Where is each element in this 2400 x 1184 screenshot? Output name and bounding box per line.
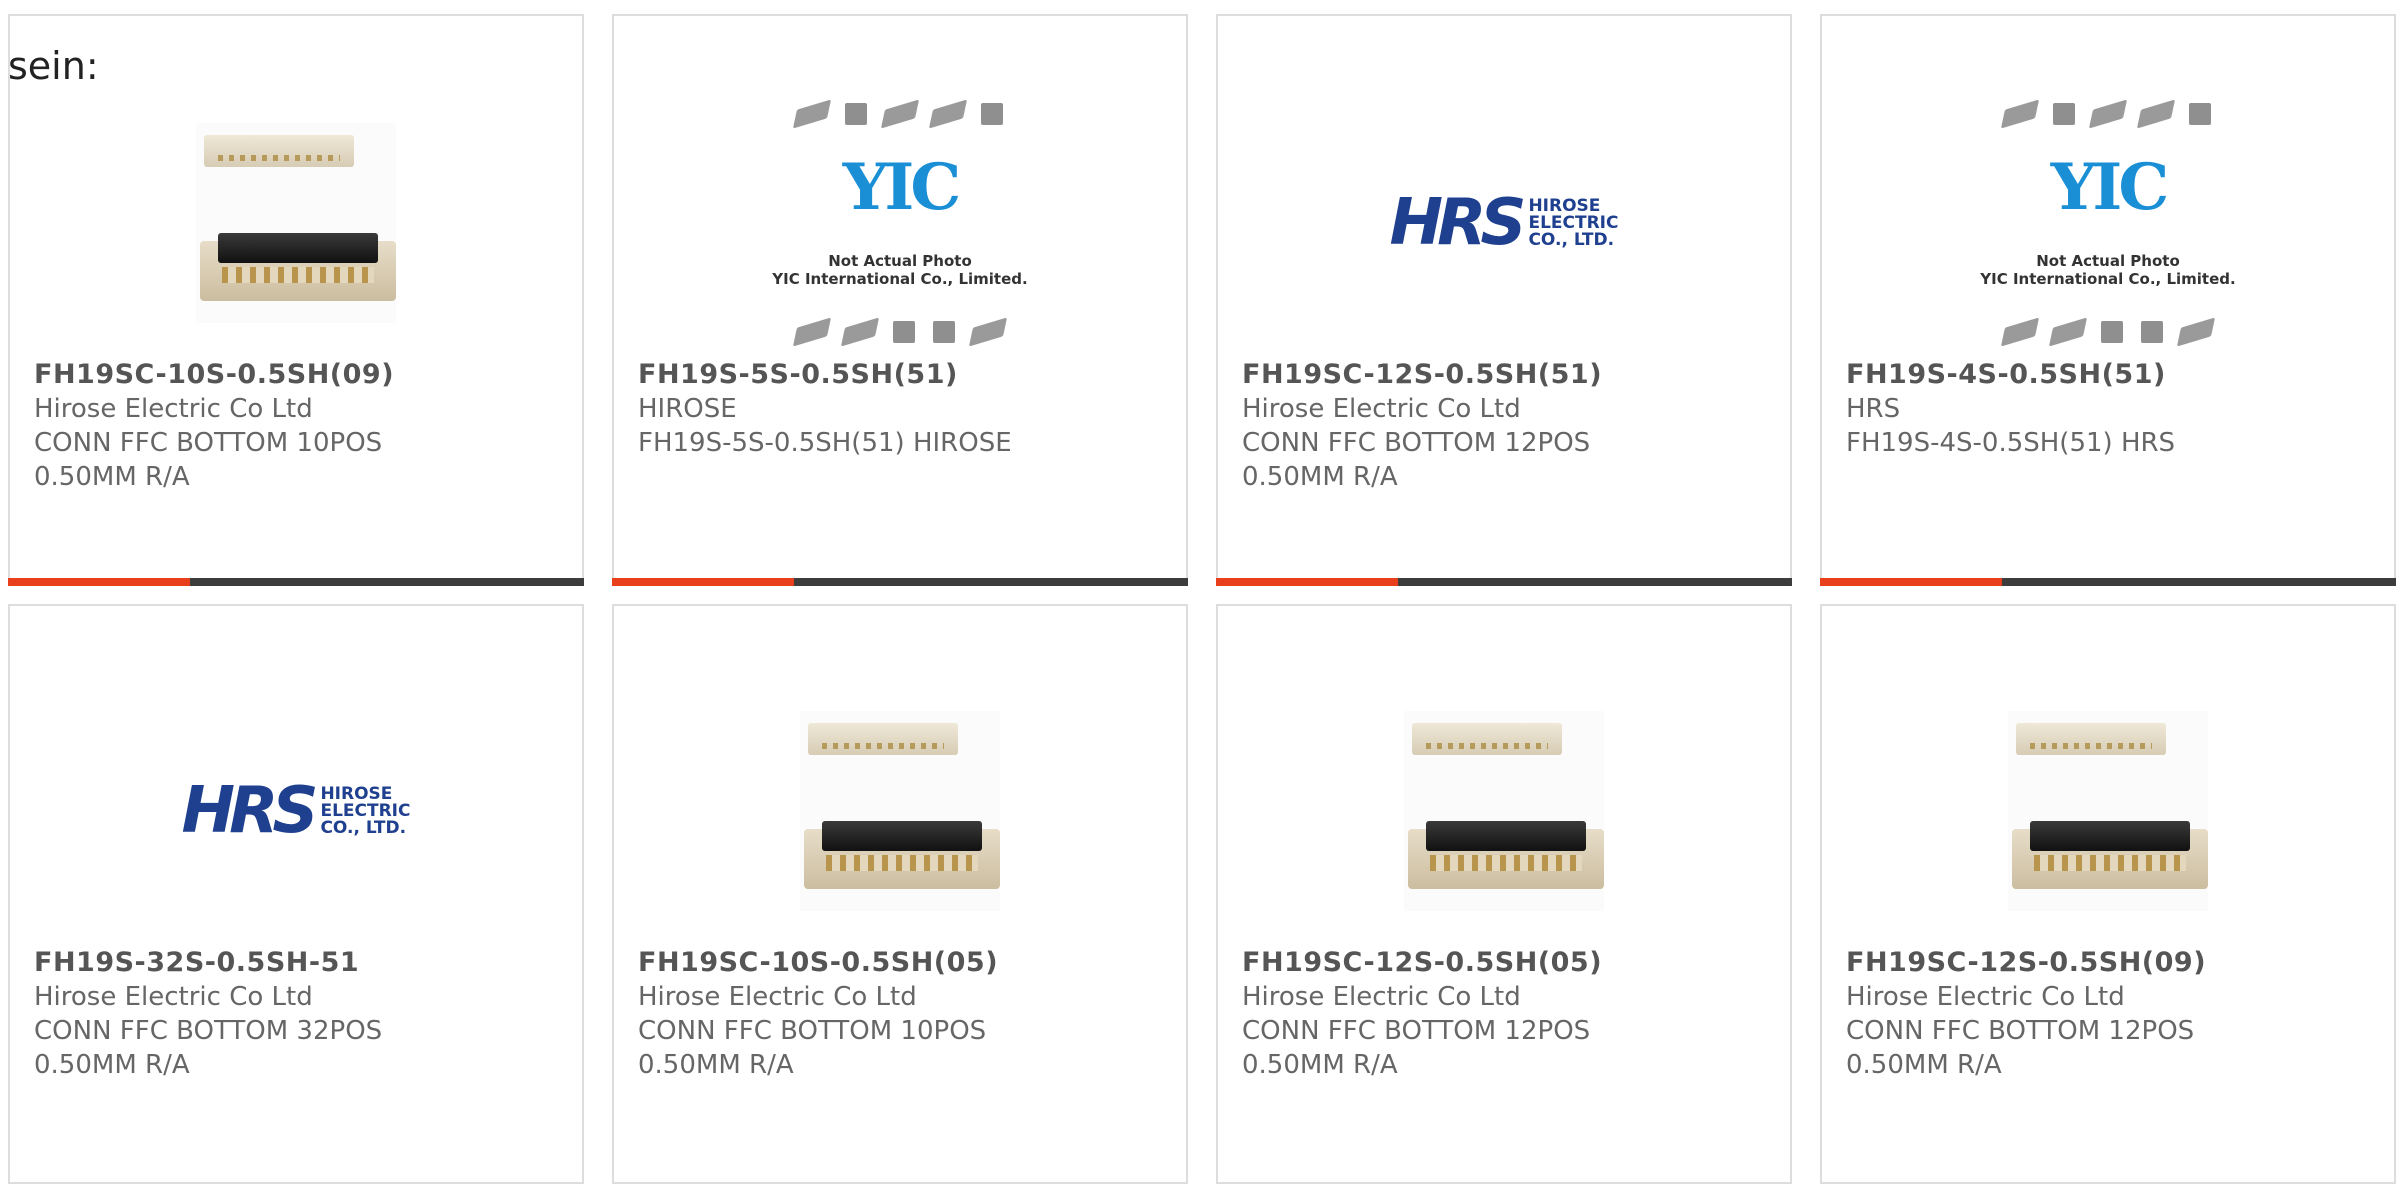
product-image[interactable]	[1822, 666, 2394, 956]
manufacturer: Hirose Electric Co Ltd	[1846, 982, 2125, 1012]
placeholder-company: YIC International Co., Limited.	[772, 269, 1028, 288]
part-number-link[interactable]: FH19S-5S-0.5SH(51)	[638, 358, 1170, 392]
description-cont: 0.50MM R/A	[1242, 462, 1398, 492]
product-grid: FH19SC-10S-0.5SH(09) Hirose Electric Co …	[0, 0, 2400, 1184]
hrs-line3: CO., LTD.	[1528, 229, 1615, 250]
placeholder-caption: Not Actual Photo	[828, 251, 972, 270]
description: CONN FFC BOTTOM 10POS	[34, 428, 383, 458]
yic-placeholder-image: YIC Not Actual Photo YIC International Co…	[765, 99, 1035, 347]
yic-placeholder-image: YIC Not Actual Photo YIC International Co…	[1973, 99, 2243, 347]
description: FH19S-4S-0.5SH(51) HRS	[1846, 428, 2176, 458]
hrs-line1: HIROSE	[1528, 195, 1601, 216]
yic-logo: YIC	[2050, 150, 2170, 226]
hrs-line3: CO., LTD.	[320, 817, 407, 838]
description: CONN FFC BOTTOM 12POS	[1846, 1016, 2195, 1046]
product-image[interactable]	[614, 666, 1186, 956]
description: CONN FFC BOTTOM 12POS	[1242, 1016, 1591, 1046]
connector-photo	[196, 123, 396, 323]
card-footer-bar	[1820, 578, 2396, 586]
hrs-line1: HIROSE	[320, 783, 393, 804]
manufacturer: HIROSE	[638, 394, 737, 424]
description-cont: 0.50MM R/A	[34, 462, 190, 492]
hrs-logo: HRS HIROSE ELECTRIC CO., LTD.	[182, 774, 411, 848]
description-cont: 0.50MM R/A	[638, 1050, 794, 1080]
placeholder-caption: Not Actual Photo	[2036, 251, 2180, 270]
hrs-line2: ELECTRIC	[1528, 212, 1619, 233]
part-number-link[interactable]: FH19SC-12S-0.5SH(09)	[1846, 946, 2378, 980]
part-number-link[interactable]: FH19SC-10S-0.5SH(05)	[638, 946, 1170, 980]
card-footer-bar	[1216, 578, 1792, 586]
connector-photo	[800, 711, 1000, 911]
part-number-link[interactable]: FH19SC-12S-0.5SH(51)	[1242, 358, 1774, 392]
placeholder-company: YIC International Co., Limited.	[1980, 269, 2236, 288]
description-cont: 0.50MM R/A	[1242, 1050, 1398, 1080]
connector-photo	[1404, 711, 1604, 911]
product-card[interactable]: FH19SC-10S-0.5SH(09) Hirose Electric Co …	[8, 14, 584, 586]
product-card[interactable]: YIC Not Actual Photo YIC International Co…	[612, 14, 1188, 586]
description: CONN FFC BOTTOM 32POS	[34, 1016, 383, 1046]
product-card[interactable]: HRS HIROSE ELECTRIC CO., LTD. FH19S-32S-0.…	[8, 604, 584, 1184]
description-cont: 0.50MM R/A	[1846, 1050, 2002, 1080]
manufacturer: HRS	[1846, 394, 1901, 424]
product-card[interactable]: HRS HIROSE ELECTRIC CO., LTD. FH19SC-12S-0…	[1216, 14, 1792, 586]
product-image[interactable]	[10, 78, 582, 368]
product-image[interactable]: YIC Not Actual Photo YIC International Co…	[614, 78, 1186, 368]
manufacturer: Hirose Electric Co Ltd	[34, 982, 313, 1012]
product-image[interactable]: HRS HIROSE ELECTRIC CO., LTD.	[10, 666, 582, 956]
manufacturer: Hirose Electric Co Ltd	[1242, 982, 1521, 1012]
part-number-link[interactable]: FH19S-4S-0.5SH(51)	[1846, 358, 2378, 392]
product-card[interactable]: YIC Not Actual Photo YIC International Co…	[1820, 14, 2396, 586]
part-number-link[interactable]: FH19SC-12S-0.5SH(05)	[1242, 946, 1774, 980]
product-image[interactable]: HRS HIROSE ELECTRIC CO., LTD.	[1218, 78, 1790, 368]
part-number-link[interactable]: FH19SC-10S-0.5SH(09)	[34, 358, 566, 392]
hrs-mark: HRS	[1389, 186, 1527, 260]
product-image[interactable]	[1218, 666, 1790, 956]
product-card[interactable]: FH19SC-12S-0.5SH(09) Hirose Electric Co …	[1820, 604, 2396, 1184]
description: CONN FFC BOTTOM 12POS	[1242, 428, 1591, 458]
connector-photo	[2008, 711, 2208, 911]
card-footer-bar	[612, 578, 1188, 586]
product-card[interactable]: FH19SC-10S-0.5SH(05) Hirose Electric Co …	[612, 604, 1188, 1184]
hrs-line2: ELECTRIC	[320, 800, 411, 821]
product-image[interactable]: YIC Not Actual Photo YIC International Co…	[1822, 78, 2394, 368]
product-card[interactable]: FH19SC-12S-0.5SH(05) Hirose Electric Co …	[1216, 604, 1792, 1184]
manufacturer: Hirose Electric Co Ltd	[1242, 394, 1521, 424]
yic-logo: YIC	[842, 150, 962, 226]
card-footer-bar	[8, 578, 584, 586]
description-cont: 0.50MM R/A	[34, 1050, 190, 1080]
part-number-link[interactable]: FH19S-32S-0.5SH-51	[34, 946, 566, 980]
hrs-mark: HRS	[181, 774, 319, 848]
hrs-logo: HRS HIROSE ELECTRIC CO., LTD.	[1390, 186, 1619, 260]
description: CONN FFC BOTTOM 10POS	[638, 1016, 987, 1046]
description: FH19S-5S-0.5SH(51) HIROSE	[638, 428, 1012, 458]
manufacturer: Hirose Electric Co Ltd	[638, 982, 917, 1012]
manufacturer: Hirose Electric Co Ltd	[34, 394, 313, 424]
lead-text: sein:	[8, 44, 99, 88]
